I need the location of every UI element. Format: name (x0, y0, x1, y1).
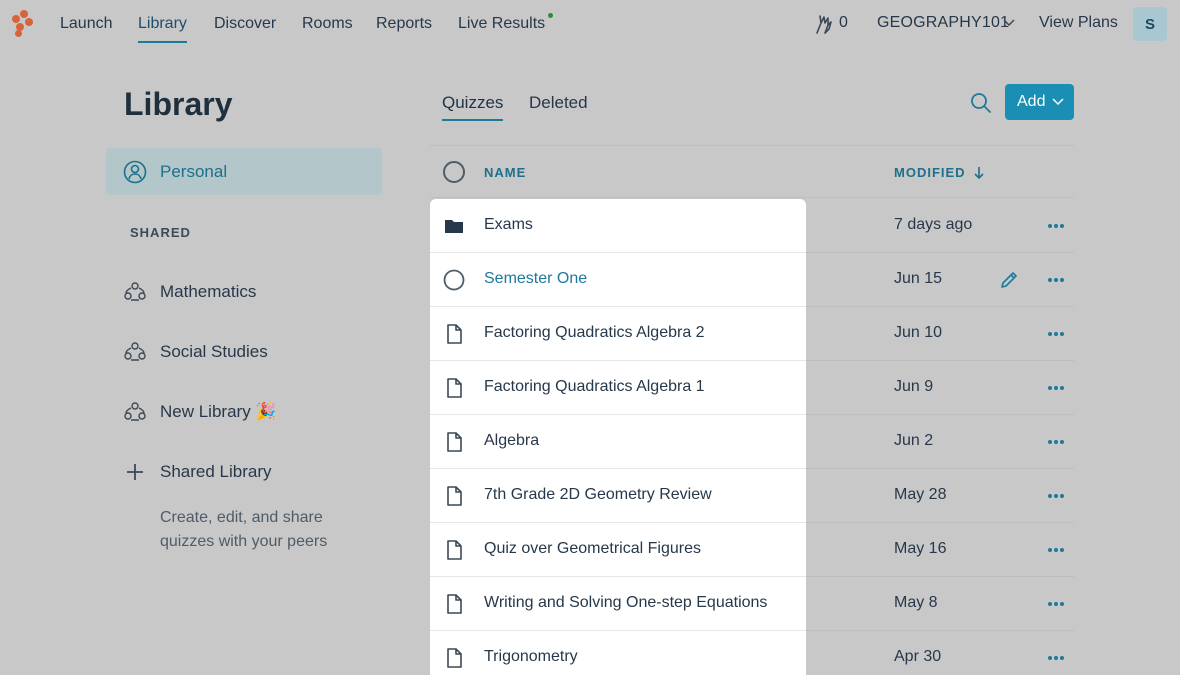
sidebar-item-label: Mathematics (160, 282, 257, 301)
table-row[interactable]: Writing and Solving One-step Equations Ma… (430, 577, 1074, 631)
item-name[interactable]: Algebra (484, 432, 539, 450)
shared-group-icon (124, 342, 146, 361)
modified-date: Jun 15 (894, 270, 943, 287)
nav-launch[interactable]: Launch (60, 14, 113, 42)
table-header: NAME MODIFIED (430, 145, 1074, 198)
nav-rooms[interactable]: Rooms (302, 14, 353, 42)
nav-discover[interactable]: Discover (214, 14, 276, 42)
table-row[interactable]: Quiz over Geometrical Figures May 16 (430, 523, 1074, 577)
item-name[interactable]: Quiz over Geometrical Figures (484, 540, 701, 558)
more-options-icon[interactable] (1046, 273, 1066, 287)
table-row[interactable]: Trigonometry Apr 30 (430, 631, 1074, 675)
document-icon (447, 378, 462, 398)
avatar[interactable]: S (1133, 7, 1167, 41)
item-name[interactable]: Semester One (484, 270, 587, 288)
modified-date: May 8 (894, 594, 938, 611)
live-indicator-dot (548, 13, 553, 18)
document-icon (447, 648, 462, 668)
shared-group-icon (124, 402, 146, 421)
raised-hand-icon[interactable] (813, 13, 835, 35)
table-row[interactable]: Exams 7 days ago (430, 199, 1074, 253)
add-shared-library-label: Shared Library (160, 462, 272, 481)
document-icon (447, 324, 462, 344)
shared-heading: SHARED (130, 225, 191, 240)
sidebar-item-personal[interactable]: Personal (106, 148, 382, 195)
top-navigation: Launch Library Discover Rooms Reports Li… (0, 0, 1180, 48)
item-name[interactable]: Writing and Solving One-step Equations (484, 594, 767, 612)
more-options-icon[interactable] (1046, 543, 1066, 557)
more-options-icon[interactable] (1046, 327, 1066, 341)
sidebar-item-new-library[interactable]: New Library 🎉 (122, 397, 382, 427)
sort-arrow-down-icon[interactable] (973, 166, 985, 180)
item-name[interactable]: Trigonometry (484, 648, 578, 666)
search-icon[interactable] (969, 91, 993, 115)
table-row[interactable]: Factoring Quadratics Algebra 2 Jun 10 (430, 307, 1074, 361)
hand-count: 0 (839, 14, 848, 31)
modified-date: May 28 (894, 486, 947, 503)
modified-date: 7 days ago (894, 216, 973, 233)
table-row[interactable]: 7th Grade 2D Geometry Review May 28 (430, 469, 1074, 523)
class-selector[interactable]: GEOGRAPHY101 (877, 14, 1009, 32)
item-name[interactable]: 7th Grade 2D Geometry Review (484, 486, 712, 504)
app-logo-icon[interactable] (12, 10, 36, 38)
user-circle-icon (123, 160, 147, 184)
nav-library[interactable]: Library (138, 14, 187, 43)
chevron-down-icon (1052, 98, 1064, 106)
modified-date: Apr 30 (894, 648, 942, 665)
add-shared-library-button[interactable]: Shared Library (122, 457, 382, 487)
sidebar-item-social-studies[interactable]: Social Studies (122, 337, 382, 367)
modified-date: Jun 2 (894, 432, 934, 449)
nav-live-results[interactable]: Live Results (458, 14, 545, 42)
document-icon (447, 594, 462, 614)
select-all-checkbox[interactable] (443, 161, 465, 183)
item-name[interactable]: Factoring Quadratics Algebra 2 (484, 324, 705, 342)
shared-library-description: Create, edit, and share quizzes with you… (160, 509, 328, 550)
column-header-modified[interactable]: MODIFIED (894, 165, 966, 180)
add-button[interactable]: Add (1005, 84, 1074, 120)
more-options-icon[interactable] (1046, 597, 1066, 611)
modified-date: Jun 10 (894, 324, 943, 341)
chevron-down-icon[interactable] (1002, 16, 1016, 30)
shared-group-icon (124, 282, 146, 301)
document-icon (447, 486, 462, 506)
tab-quizzes[interactable]: Quizzes (442, 93, 504, 121)
sidebar-item-label: Social Studies (160, 342, 268, 361)
more-options-icon[interactable] (1046, 219, 1066, 233)
document-icon (447, 432, 462, 452)
item-name[interactable]: Exams (484, 216, 533, 234)
sidebar-item-mathematics[interactable]: Mathematics (122, 277, 382, 307)
document-icon (447, 540, 462, 560)
more-options-icon[interactable] (1046, 435, 1066, 449)
item-name[interactable]: Factoring Quadratics Algebra 1 (484, 378, 705, 396)
modified-date: May 16 (894, 540, 947, 557)
more-options-icon[interactable] (1046, 489, 1066, 503)
add-button-label: Add (1017, 93, 1046, 110)
view-plans-link[interactable]: View Plans (1039, 14, 1118, 32)
modified-date: Jun 9 (894, 378, 934, 395)
page-title: Library (124, 86, 233, 122)
folder-icon (445, 220, 463, 233)
more-options-icon[interactable] (1046, 381, 1066, 395)
table-row[interactable]: Semester One Jun 15 (430, 253, 1074, 307)
sidebar-item-label: New Library 🎉 (160, 402, 277, 421)
pencil-edit-icon[interactable] (998, 269, 1020, 291)
sidebar-item-label: Personal (160, 162, 228, 181)
more-options-icon[interactable] (1046, 651, 1066, 665)
table-row[interactable]: Algebra Jun 2 (430, 415, 1074, 469)
radio-circle-icon[interactable] (443, 269, 465, 291)
column-header-name[interactable]: NAME (484, 165, 526, 180)
plus-icon (127, 464, 143, 480)
table-row[interactable]: Factoring Quadratics Algebra 1 Jun 9 (430, 361, 1074, 415)
tab-deleted[interactable]: Deleted (529, 93, 588, 113)
nav-reports[interactable]: Reports (376, 14, 432, 42)
